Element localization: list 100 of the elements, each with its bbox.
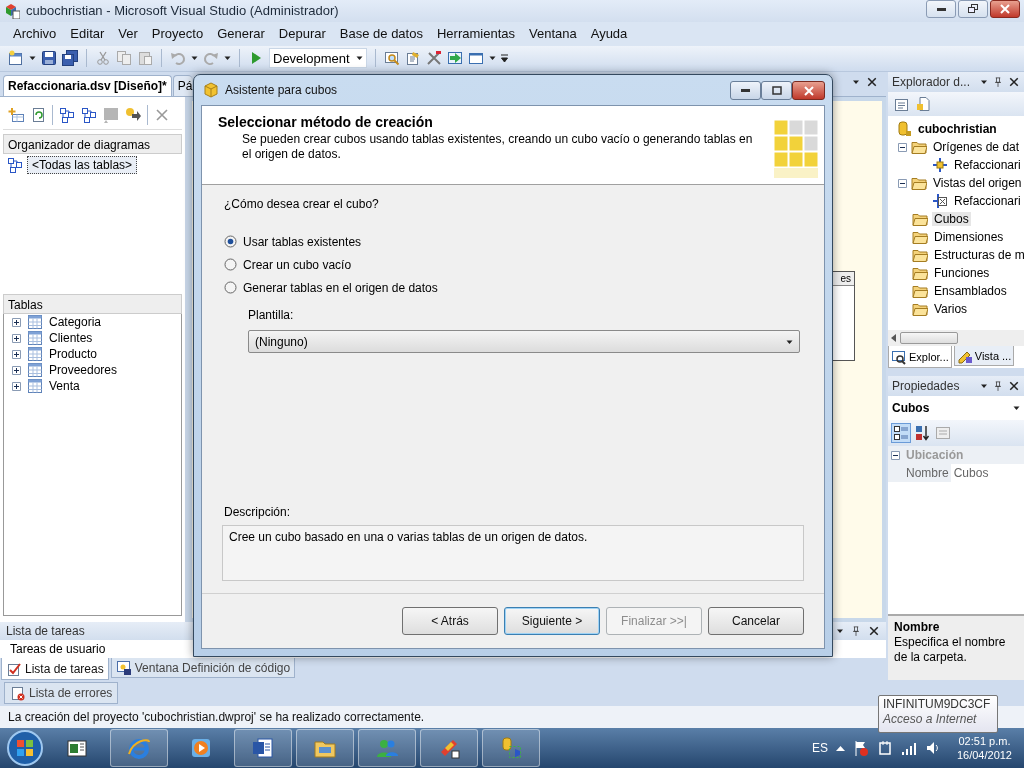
table-item[interactable]: Clientes — [49, 331, 93, 346]
tree-item[interactable]: Vistas del origen — [931, 176, 1024, 191]
tree-item[interactable]: Ensamblados — [932, 284, 1009, 299]
expand-icon[interactable] — [12, 381, 21, 391]
show-files-icon[interactable] — [916, 96, 932, 113]
tree-item[interactable]: Varios — [932, 302, 970, 317]
categorized-icon[interactable] — [893, 425, 909, 442]
tree-item[interactable]: Dimensiones — [932, 230, 1006, 245]
diagram-icon[interactable] — [59, 106, 75, 123]
scrollbar[interactable] — [888, 330, 1024, 347]
expand-icon[interactable] — [12, 317, 21, 327]
minimize-button[interactable] — [926, 0, 956, 18]
taskbar-button[interactable] — [110, 729, 168, 768]
wizard-button[interactable]: Cancelar — [708, 607, 804, 635]
table-item[interactable]: Producto — [49, 347, 98, 362]
panel-tab[interactable]: Lista de errores — [4, 682, 119, 705]
pin-icon[interactable] — [992, 379, 1004, 394]
add-table-icon[interactable] — [8, 106, 24, 123]
menu-item[interactable]: Base de datos — [332, 24, 430, 44]
table-item[interactable]: Categoria — [49, 315, 102, 330]
flag-icon[interactable] — [852, 740, 869, 757]
panel-tab[interactable]: Lista de tareas — [1, 658, 109, 681]
dropdown-arrow-icon[interactable] — [852, 79, 860, 86]
taskbar-button[interactable] — [420, 729, 478, 768]
dropdown-arrow-icon[interactable] — [980, 383, 988, 390]
close-button[interactable] — [990, 0, 1020, 18]
menu-item[interactable]: Herramientas — [429, 24, 522, 44]
radio-icon[interactable] — [224, 258, 237, 271]
language-indicator[interactable]: ES — [811, 741, 828, 756]
taskbar-button[interactable] — [234, 729, 292, 768]
collapse-icon[interactable] — [891, 450, 900, 460]
radio-icon[interactable] — [224, 281, 237, 294]
radio-icon[interactable] — [224, 235, 237, 248]
tree-item[interactable]: Refaccionari — [952, 158, 1023, 173]
close-icon[interactable] — [866, 76, 878, 89]
panel-tab[interactable]: Ventana Definición de código — [110, 658, 296, 679]
wizard-button[interactable]: < Atrás — [402, 607, 498, 635]
new-project-icon[interactable] — [8, 50, 24, 67]
tools-icon[interactable] — [425, 50, 442, 67]
object-dropdown[interactable]: Cubos — [888, 396, 1024, 421]
close-icon[interactable] — [1008, 380, 1020, 393]
tree-item[interactable]: Cubos — [932, 212, 971, 227]
table-item[interactable]: Proveedores — [49, 363, 118, 378]
close-icon[interactable] — [1008, 76, 1020, 89]
menu-item[interactable]: Archivo — [6, 24, 64, 44]
diagram-icon[interactable] — [81, 106, 97, 123]
dropdown-arrow-icon[interactable] — [29, 55, 36, 62]
diagram-item[interactable]: <Todas las tablas> — [27, 156, 138, 175]
save-icon[interactable] — [41, 50, 57, 67]
menu-item[interactable]: Depurar — [271, 24, 333, 44]
menu-item[interactable]: Ver — [111, 24, 145, 44]
close-button[interactable] — [792, 81, 825, 100]
tree-item[interactable]: Funciones — [932, 266, 992, 281]
close-icon[interactable] — [868, 625, 880, 638]
dropdown-arrow-icon[interactable] — [191, 55, 198, 62]
maximize-button[interactable] — [958, 0, 988, 18]
expand-icon[interactable] — [12, 349, 21, 359]
tree-item[interactable]: Orígenes de dat — [931, 140, 1022, 155]
wizard-button[interactable]: Siguiente > — [504, 607, 600, 635]
dropdown-arrow-icon[interactable] — [836, 628, 844, 635]
arrow-icon[interactable] — [125, 106, 141, 123]
template-dropdown[interactable]: (Ninguno) — [248, 330, 800, 353]
tree-item[interactable]: Estructuras de m — [932, 248, 1024, 263]
menu-item[interactable]: Ayuda — [583, 24, 635, 44]
find-icon[interactable] — [383, 50, 400, 67]
pin-icon[interactable] — [850, 624, 862, 639]
taskbar-button[interactable] — [358, 729, 416, 768]
menu-item[interactable]: Ventana — [522, 24, 584, 44]
panel-tab[interactable]: Vista ... — [953, 346, 1015, 367]
maximize-button[interactable] — [761, 81, 792, 100]
configuration-dropdown[interactable]: Development — [269, 48, 367, 69]
taskbar-button[interactable] — [482, 729, 540, 768]
tree-item[interactable]: cubochristian — [916, 122, 999, 137]
refresh-icon[interactable] — [30, 106, 46, 123]
sort-icon[interactable] — [915, 425, 931, 442]
deploy-icon[interactable] — [446, 50, 463, 67]
document-tab[interactable]: Refaccionaria.dsv [Diseño]* — [3, 75, 172, 97]
dropdown-arrow-icon[interactable] — [224, 55, 231, 62]
save-all-icon[interactable] — [62, 50, 78, 67]
window-icon[interactable] — [467, 50, 484, 67]
properties-icon[interactable] — [894, 96, 910, 113]
show-hidden-icon[interactable] — [835, 745, 845, 752]
taskbar-button[interactable] — [296, 729, 354, 768]
collapse-icon[interactable] — [898, 178, 907, 188]
task-filter[interactable]: Tareas de usuario — [0, 640, 116, 659]
dropdown-arrow-icon[interactable] — [980, 79, 988, 86]
expand-icon[interactable] — [12, 333, 21, 343]
collapse-icon[interactable] — [898, 142, 907, 152]
signal-icon[interactable] — [900, 740, 917, 757]
dropdown-arrow-icon[interactable] — [488, 55, 496, 62]
menu-item[interactable]: Proyecto — [144, 24, 211, 44]
panel-tab[interactable]: Explor... — [888, 346, 952, 369]
menu-item[interactable]: Generar — [210, 24, 272, 44]
start-button[interactable] — [6, 729, 44, 768]
document-tab[interactable]: Pá — [172, 75, 193, 97]
tree-item[interactable]: Refaccionari — [952, 194, 1023, 209]
expand-icon[interactable] — [12, 365, 21, 375]
clock[interactable]: 02:51 p.m. 16/04/2012 — [956, 734, 1012, 763]
table-item[interactable]: Venta — [49, 379, 80, 394]
properties-icon[interactable] — [404, 50, 421, 67]
